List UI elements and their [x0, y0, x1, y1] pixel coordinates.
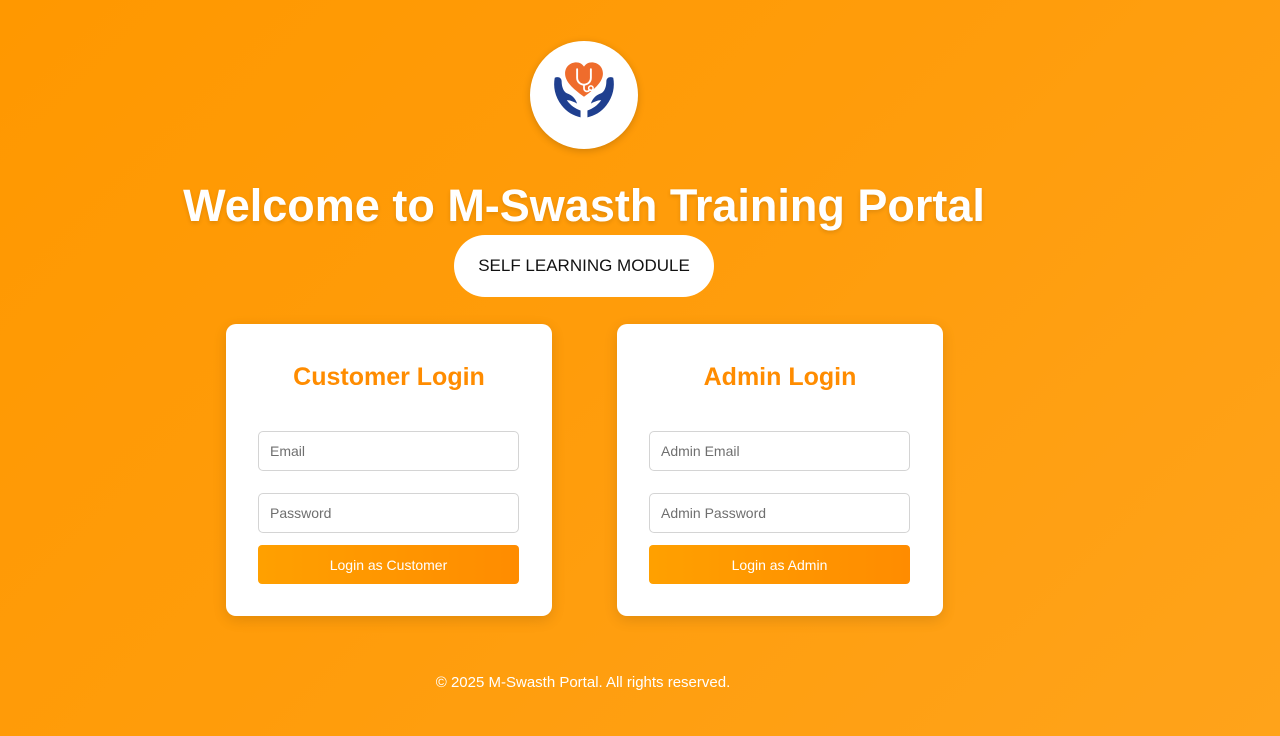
portal-logo — [530, 41, 638, 149]
hands-heart-stethoscope-icon — [554, 62, 614, 118]
admin-password-input[interactable] — [649, 493, 910, 533]
customer-login-heading: Customer Login — [293, 363, 485, 391]
customer-login-button[interactable]: Login as Customer — [258, 545, 519, 584]
self-learning-module-button[interactable]: SELF LEARNING MODULE — [454, 235, 714, 297]
admin-login-heading: Admin Login — [703, 363, 857, 391]
customer-password-input[interactable] — [258, 493, 519, 533]
customer-email-input[interactable] — [258, 431, 519, 471]
admin-login-card: Admin Login Login as Admin — [617, 324, 943, 616]
admin-email-input[interactable] — [649, 431, 910, 471]
customer-login-card: Customer Login Login as Customer — [226, 324, 552, 616]
footer-copyright: © 2025 M-Swasth Portal. All rights reser… — [435, 674, 731, 691]
admin-login-button[interactable]: Login as Admin — [649, 545, 910, 584]
page-title: Welcome to M-Swasth Training Portal — [183, 180, 985, 231]
